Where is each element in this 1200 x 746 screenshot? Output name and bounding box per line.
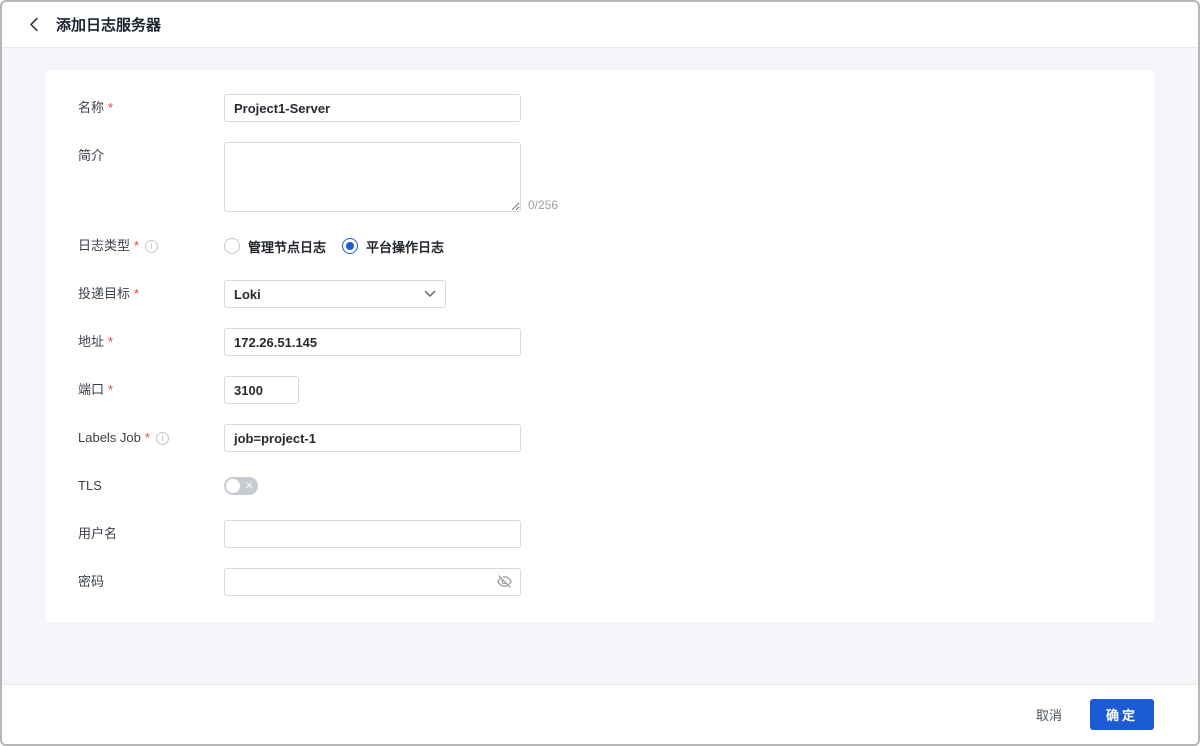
log-type-radio-group: 管理节点日志 平台操作日志 (224, 232, 444, 260)
port-label-text: 端口 (78, 382, 105, 397)
chevron-left-icon (30, 17, 38, 32)
target-label: 投递目标 * (78, 280, 224, 308)
target-label-text: 投递目标 (78, 286, 131, 301)
labels-job-label: Labels Job * (78, 424, 224, 452)
required-asterisk: * (108, 100, 114, 115)
required-asterisk: * (134, 286, 140, 301)
labels-job-label-text: Labels Job (78, 430, 141, 445)
form-row-tls: TLS (78, 472, 1122, 500)
form-row-description: 简介 0/256 (78, 142, 1122, 212)
form-row-username: 用户名 (78, 520, 1122, 548)
cancel-button[interactable]: 取消 (1036, 705, 1062, 724)
form-card: 名称 * 简介 0/256 日志类型 (46, 70, 1154, 622)
footer-bar: 取消 确定 (2, 684, 1198, 744)
password-label-text: 密码 (78, 574, 105, 589)
description-label-text: 简介 (78, 148, 105, 163)
address-label-text: 地址 (78, 334, 105, 349)
info-icon[interactable] (155, 431, 169, 445)
toggle-knob (226, 479, 240, 493)
required-asterisk: * (134, 238, 140, 253)
name-label: 名称 * (78, 94, 224, 122)
required-asterisk: * (144, 430, 150, 445)
name-input[interactable] (224, 94, 521, 122)
eye-off-icon[interactable] (497, 574, 512, 589)
address-label: 地址 * (78, 328, 224, 356)
port-label: 端口 * (78, 376, 224, 404)
x-mark-icon (245, 482, 253, 491)
radio-label: 管理节点日志 (248, 239, 327, 255)
confirm-button[interactable]: 确定 (1089, 699, 1154, 730)
char-counter: 0/256 (528, 198, 559, 212)
add-log-server-screen: 添加日志服务器 名称 * 简介 0/256 (0, 0, 1200, 746)
info-icon[interactable] (145, 239, 159, 253)
form-row-port: 端口 * (78, 376, 1122, 404)
header-bar: 添加日志服务器 (2, 2, 1198, 48)
log-type-label: 日志类型 * (78, 232, 224, 260)
page-title: 添加日志服务器 (56, 17, 162, 34)
log-type-label-text: 日志类型 (78, 238, 131, 253)
radio-icon[interactable] (342, 238, 359, 254)
radio-label: 平台操作日志 (366, 239, 445, 255)
tls-toggle[interactable] (224, 477, 258, 495)
password-label: 密码 (78, 568, 224, 596)
username-label: 用户名 (78, 520, 224, 548)
form-row-name: 名称 * (78, 94, 1122, 122)
description-textarea[interactable] (224, 142, 521, 212)
password-input[interactable] (224, 568, 521, 596)
tls-label-text: TLS (78, 478, 102, 493)
radio-option-platform-op-log[interactable]: 平台操作日志 (342, 237, 444, 256)
description-label: 简介 (78, 142, 224, 170)
required-asterisk: * (108, 334, 114, 349)
radio-icon[interactable] (224, 238, 240, 254)
username-input[interactable] (224, 520, 521, 548)
back-button[interactable] (26, 17, 42, 33)
form-row-address: 地址 * (78, 328, 1122, 356)
required-asterisk: * (108, 382, 114, 397)
form-row-labels-job: Labels Job * (78, 424, 1122, 452)
name-label-text: 名称 (78, 100, 105, 115)
target-select[interactable]: Loki (224, 280, 446, 308)
page-body: 名称 * 简介 0/256 日志类型 (2, 48, 1198, 684)
target-select-value: Loki (234, 286, 261, 302)
form-row-target: 投递目标 * Loki (78, 280, 1122, 308)
form-row-password: 密码 (78, 568, 1122, 596)
port-input[interactable] (224, 376, 299, 404)
form-row-log-type: 日志类型 * 管理节点日志 平台操作日志 (78, 232, 1122, 260)
chevron-down-icon (424, 290, 436, 297)
tls-label: TLS (78, 472, 224, 500)
username-label-text: 用户名 (78, 526, 118, 541)
radio-option-mgmt-node-log[interactable]: 管理节点日志 (224, 237, 326, 256)
address-input[interactable] (224, 328, 521, 356)
labels-job-input[interactable] (224, 424, 521, 452)
